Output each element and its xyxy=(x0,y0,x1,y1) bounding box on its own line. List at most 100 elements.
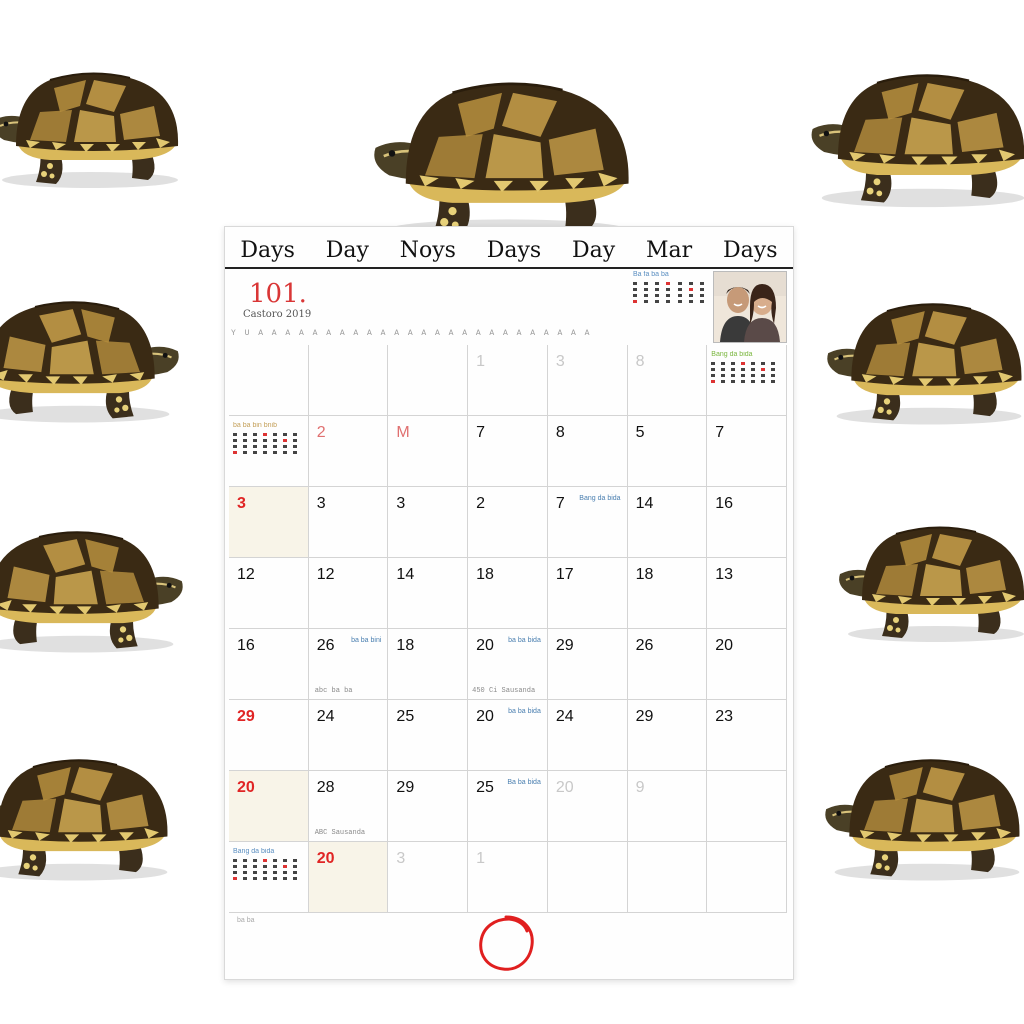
day-number: 25 xyxy=(396,708,415,725)
day-cell[interactable] xyxy=(707,771,787,842)
day-number: 9 xyxy=(635,779,645,796)
day-cell[interactable]: 18 xyxy=(468,558,548,629)
day-number: 14 xyxy=(396,566,415,583)
day-cell[interactable]: 12 xyxy=(229,558,309,629)
day-cell[interactable]: 18 xyxy=(627,558,708,629)
cell-scribble: 450 Ci Sausanda xyxy=(472,687,536,695)
day-cell[interactable] xyxy=(229,345,309,416)
day-cell[interactable] xyxy=(547,842,628,913)
day-cell[interactable]: 3 xyxy=(388,842,469,913)
day-number: M xyxy=(396,424,410,441)
day-number: 2 xyxy=(476,495,486,512)
red-circle-mark xyxy=(479,915,534,971)
day-number: 29 xyxy=(555,637,574,654)
day-cell[interactable]: ba ba bin bnib xyxy=(229,416,309,487)
day-cell[interactable]: 28 ABC Sausanda xyxy=(308,771,389,842)
day-number: 12 xyxy=(237,566,255,583)
weekday-label: Day xyxy=(572,237,616,263)
day-cell[interactable] xyxy=(707,842,787,913)
weekday-label: Day xyxy=(325,237,369,263)
weekday-label: Days xyxy=(486,237,542,263)
day-cell[interactable]: 1 xyxy=(468,345,548,416)
header-mini-calendar: Ba fa ba ba xyxy=(633,271,709,337)
mini-calendar-days xyxy=(633,282,709,303)
day-cell[interactable]: M xyxy=(388,416,469,487)
day-number: 7 xyxy=(476,424,486,441)
day-number: 18 xyxy=(635,566,654,583)
day-cell[interactable]: 23 xyxy=(707,700,787,771)
day-cell[interactable]: 24 xyxy=(547,700,628,771)
day-cell[interactable]: 8 xyxy=(547,416,628,487)
mini-calendar: ba ba bin bnib xyxy=(233,422,301,478)
day-cell[interactable]: 20 xyxy=(308,842,389,913)
day-cell[interactable]: 25 Ba ba bida xyxy=(468,771,548,842)
day-number: 12 xyxy=(316,566,335,583)
day-number: 8 xyxy=(555,424,565,441)
day-number: 20 xyxy=(476,708,494,725)
day-cell[interactable]: 16 xyxy=(229,629,309,700)
day-cell[interactable]: 25 xyxy=(388,700,469,771)
day-cell[interactable]: 12 xyxy=(308,558,389,629)
day-cell[interactable]: 16 xyxy=(707,487,787,558)
cell-note: ba ba bini xyxy=(351,637,382,644)
day-number: 3 xyxy=(555,353,565,370)
day-number: 24 xyxy=(555,708,574,725)
day-cell[interactable]: 26 ba ba bini abc ba ba xyxy=(308,629,389,700)
turtle-image-left-2 xyxy=(0,290,182,427)
day-cell[interactable]: 9 xyxy=(627,771,708,842)
day-cell[interactable]: 29 xyxy=(627,700,708,771)
day-cell[interactable]: 20 xyxy=(229,771,309,842)
calendar-subtitle: Castoro 2019 xyxy=(243,309,312,320)
day-number: 23 xyxy=(715,708,734,725)
weekday-label: Days xyxy=(723,237,778,263)
day-cell[interactable]: 14 xyxy=(627,487,708,558)
day-number: 20 xyxy=(555,779,574,796)
mini-calendar-title: ba ba bin bnib xyxy=(233,422,277,429)
day-number: 28 xyxy=(316,779,335,796)
day-cell[interactable]: 7 xyxy=(707,416,787,487)
day-cell[interactable]: 3 xyxy=(308,487,389,558)
day-cell[interactable]: 3 xyxy=(229,487,309,558)
day-cell[interactable]: 2 xyxy=(308,416,389,487)
day-cell[interactable]: 5 xyxy=(627,416,708,487)
day-cell[interactable]: 20 ba ba bida xyxy=(468,700,548,771)
day-number: 26 xyxy=(635,637,654,654)
day-number: 3 xyxy=(396,495,406,512)
day-number: 3 xyxy=(396,850,406,867)
day-cell[interactable]: 20 xyxy=(547,771,628,842)
turtle-image-left-1 xyxy=(0,62,190,192)
turtle-image-left-4 xyxy=(0,748,180,885)
day-number: 7 xyxy=(555,495,565,512)
day-number: 14 xyxy=(635,495,654,512)
day-cell[interactable]: 14 xyxy=(388,558,469,629)
day-cell[interactable]: 29 xyxy=(229,700,309,771)
weekday-label: Mar xyxy=(646,237,693,263)
day-cell[interactable] xyxy=(388,345,469,416)
day-cell[interactable]: 1 xyxy=(468,842,548,913)
day-cell[interactable]: 7 xyxy=(468,416,548,487)
mini-calendar: Bang da bida xyxy=(711,351,779,407)
cell-scribble: abc ba ba xyxy=(314,687,353,695)
day-cell[interactable]: Bang da bida xyxy=(707,345,787,416)
day-cell[interactable]: 29 xyxy=(388,771,469,842)
turtle-image-right-4 xyxy=(822,748,1024,885)
day-cell[interactable]: 17 xyxy=(547,558,628,629)
day-cell[interactable]: Bang da bida xyxy=(229,842,309,913)
day-cell[interactable]: 13 xyxy=(707,558,787,629)
day-cell[interactable] xyxy=(627,842,708,913)
day-number: 1 xyxy=(476,353,486,370)
day-cell[interactable] xyxy=(308,345,389,416)
day-cell[interactable]: 18 xyxy=(388,629,469,700)
mini-calendar-days xyxy=(233,433,301,454)
day-cell[interactable]: 20 xyxy=(707,629,787,700)
day-cell[interactable]: 29 xyxy=(547,629,628,700)
day-cell[interactable]: 24 xyxy=(308,700,389,771)
day-cell[interactable]: 7 Bang da bida xyxy=(547,487,628,558)
day-cell[interactable]: 3 xyxy=(547,345,628,416)
day-cell[interactable]: 8 xyxy=(627,345,708,416)
day-cell[interactable]: 2 xyxy=(468,487,548,558)
day-cell[interactable]: 3 xyxy=(388,487,469,558)
day-cell[interactable]: 20 ba ba bida 450 Ci Sausanda xyxy=(468,629,548,700)
day-cell[interactable]: 26 xyxy=(627,629,708,700)
calendar-year: 101. xyxy=(249,279,307,309)
